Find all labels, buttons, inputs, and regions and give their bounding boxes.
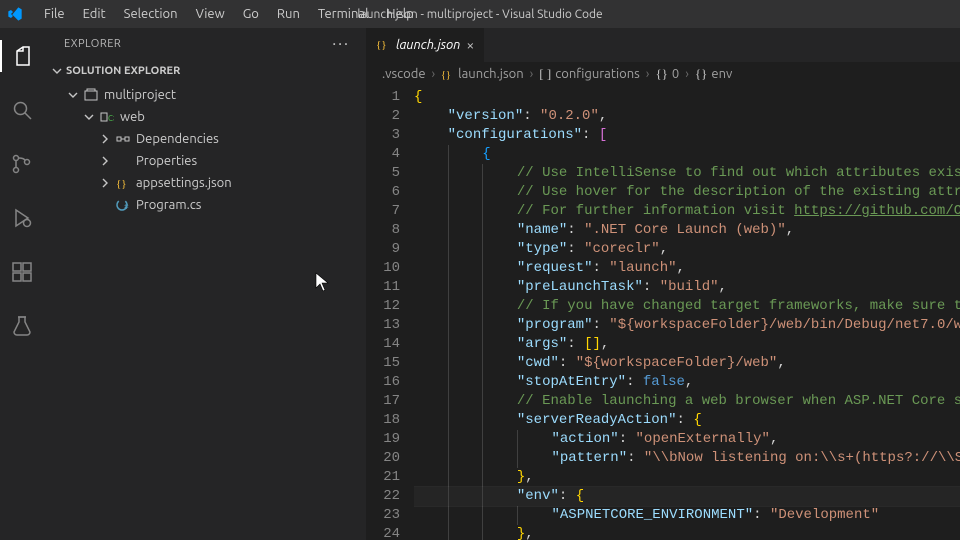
tree-label: appsettings.json — [136, 176, 232, 190]
tree-label: web — [120, 110, 145, 124]
sidebar: EXPLORER ··· SOLUTION EXPLORER multiproj… — [44, 28, 366, 540]
crumb-env[interactable]: {} env — [695, 66, 732, 82]
tree-item-web[interactable]: C# web — [44, 106, 366, 128]
menu-run[interactable]: Run — [269, 3, 308, 25]
editor: {} launch.json × .vscode › {} launch.jso… — [366, 28, 960, 540]
project-icon — [82, 87, 100, 103]
menu-view[interactable]: View — [188, 3, 233, 25]
chevron-right-icon: › — [644, 67, 652, 81]
chevron-right-icon: › — [683, 67, 691, 81]
csproj-icon: C# — [98, 109, 116, 125]
svg-text:#: # — [124, 203, 129, 211]
activity-testing-icon[interactable] — [0, 308, 44, 344]
array-icon: [ ] — [539, 66, 551, 82]
json-icon: {} — [114, 175, 132, 191]
tree-item-multiproject[interactable]: multiproject — [44, 84, 366, 106]
tree-label: Program.cs — [136, 198, 201, 212]
tree-item-properties[interactable]: Properties — [44, 150, 366, 172]
tree-label: Dependencies — [136, 132, 219, 146]
activity-bar — [0, 28, 44, 540]
activity-extensions-icon[interactable] — [0, 254, 44, 290]
crumb-configurations[interactable]: [ ] configurations — [539, 66, 640, 82]
menu-go[interactable]: Go — [235, 3, 267, 25]
activity-source-control-icon[interactable] — [0, 146, 44, 182]
explorer-tree: multiproject C# web Dependencies Propert… — [44, 82, 366, 218]
json-icon: {} — [376, 37, 390, 54]
chevron-down-icon — [66, 89, 80, 101]
vscode-logo-icon — [6, 5, 24, 23]
chevron-right-icon: › — [528, 67, 536, 81]
crumb-launch-json[interactable]: {} launch.json — [441, 67, 523, 81]
chevron-right-icon — [98, 155, 112, 167]
sidebar-title: EXPLORER — [64, 38, 121, 50]
tree-label: multiproject — [104, 88, 176, 102]
blank-icon — [114, 153, 132, 169]
line-number-gutter: 123456789101112131415161718192021222324 — [366, 86, 414, 540]
sidebar-header: EXPLORER ··· — [44, 28, 366, 60]
chevron-right-icon: › — [430, 67, 438, 81]
menu-file[interactable]: File — [36, 3, 73, 25]
sidebar-more-icon[interactable]: ··· — [332, 35, 350, 53]
tree-item-dependencies[interactable]: Dependencies — [44, 128, 366, 150]
crumb-0[interactable]: {} 0 — [655, 66, 679, 82]
svg-text:C#: C# — [108, 114, 114, 123]
menu-edit[interactable]: Edit — [75, 3, 114, 25]
chevron-down-icon — [50, 65, 64, 77]
close-icon[interactable]: × — [466, 37, 474, 53]
svg-text:{}: {} — [376, 39, 387, 51]
breadcrumb[interactable]: .vscode › {} launch.json › [ ] configura… — [366, 62, 960, 86]
window-title: launch.json - multiproject - Visual Stud… — [357, 8, 602, 21]
activity-run-debug-icon[interactable] — [0, 200, 44, 236]
tab-label: launch.json — [396, 38, 460, 52]
tree-item-program-cs[interactable]: # Program.cs — [44, 194, 366, 216]
activity-explorer-icon[interactable] — [0, 38, 44, 74]
tree-label: Properties — [136, 154, 197, 168]
chevron-right-icon — [98, 177, 112, 189]
tab-bar: {} launch.json × — [366, 28, 960, 62]
tree-item-appsettings[interactable]: {} appsettings.json — [44, 172, 366, 194]
json-icon: {} — [441, 68, 454, 81]
titlebar: File Edit Selection View Go Run Terminal… — [0, 0, 960, 28]
brace-icon: {} — [655, 66, 667, 82]
svg-text:{}: {} — [441, 70, 451, 81]
deps-icon — [114, 131, 132, 147]
menu-selection[interactable]: Selection — [116, 3, 186, 25]
chevron-down-icon — [82, 111, 96, 123]
brace-icon: {} — [695, 66, 707, 82]
svg-text:{}: {} — [116, 178, 127, 190]
activity-search-icon[interactable] — [0, 92, 44, 128]
code-content[interactable]: { "version": "0.2.0", "configurations": … — [414, 86, 960, 540]
sidebar-section-header[interactable]: SOLUTION EXPLORER — [44, 60, 366, 82]
chevron-right-icon — [98, 133, 112, 145]
tab-launch-json[interactable]: {} launch.json × — [366, 28, 485, 62]
code-area[interactable]: 123456789101112131415161718192021222324 … — [366, 86, 960, 540]
crumb-vscode[interactable]: .vscode — [382, 67, 426, 81]
sidebar-section-label: SOLUTION EXPLORER — [66, 65, 180, 77]
cs-icon: # — [114, 197, 132, 213]
